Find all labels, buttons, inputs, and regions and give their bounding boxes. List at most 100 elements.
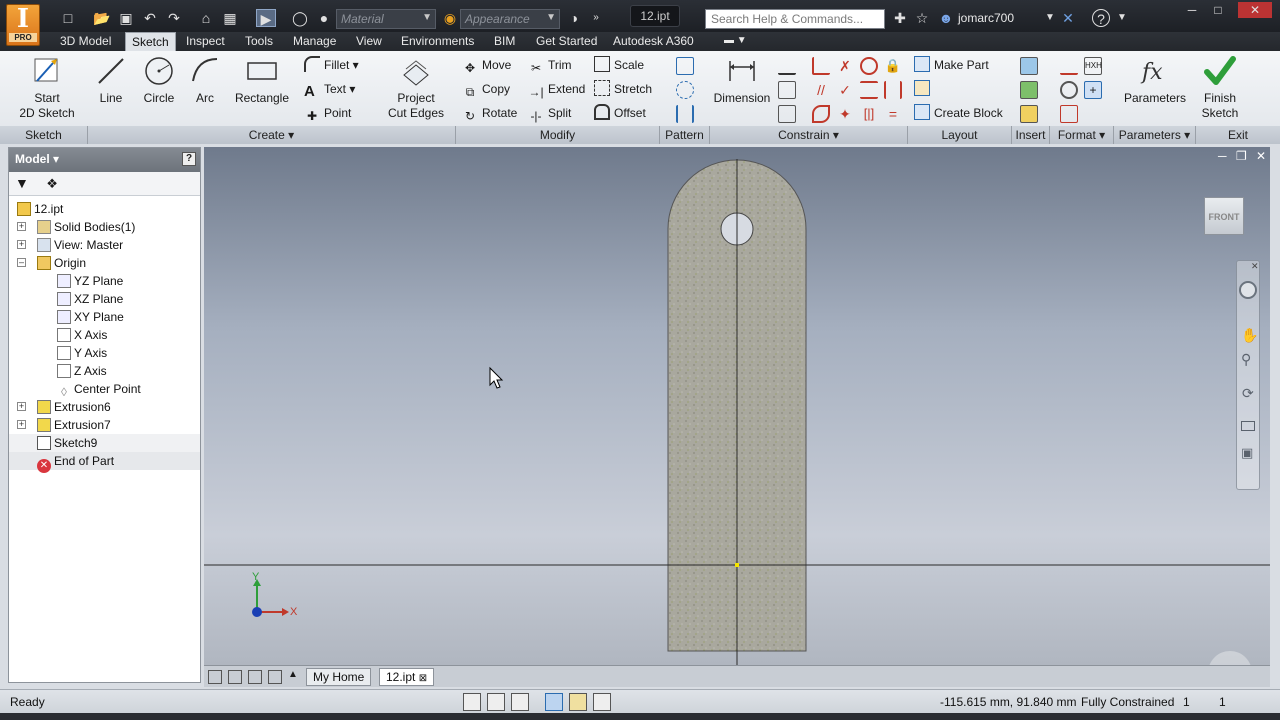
mirror-icon[interactable] — [676, 105, 694, 123]
close-icon[interactable]: ✕ — [1238, 2, 1272, 18]
favorites-star-icon[interactable]: ☆ — [912, 9, 932, 27]
show-all-degrees-icon[interactable] — [545, 693, 563, 711]
arrange-horizontal-icon[interactable] — [248, 670, 262, 684]
tree-item-y-axis[interactable]: Y Axis — [57, 344, 107, 362]
tree-item-xz-plane[interactable]: XZ Plane — [57, 290, 123, 308]
view-face-icon[interactable]: ▣ — [1241, 445, 1253, 461]
constraint-settings-icon[interactable] — [778, 105, 796, 123]
expand-icon[interactable]: + — [17, 222, 26, 231]
make-components-button[interactable] — [914, 79, 934, 99]
collinear-constraint-icon[interactable]: ✦ — [836, 105, 854, 123]
minimize-icon[interactable]: ─ — [1180, 2, 1204, 18]
appearance-dropdown[interactable]: Appearance ▼ — [460, 9, 560, 29]
driven-dimension-icon[interactable]: HXH — [1084, 57, 1102, 75]
select-icon[interactable]: ▶ — [256, 9, 276, 27]
chevron-down-icon[interactable]: ▼ — [1112, 9, 1132, 27]
chevron-down-icon[interactable]: ▼ — [1040, 9, 1060, 27]
horizontal-constraint-icon[interactable] — [860, 81, 878, 99]
symmetric-constraint-icon[interactable]: [|] — [860, 105, 878, 123]
fillet-button[interactable]: Fillet ▾ — [304, 55, 359, 75]
pan-icon[interactable]: ✋ — [1241, 327, 1258, 344]
tree-item-origin[interactable]: Origin — [37, 254, 86, 272]
adjust-appearance-icon[interactable]: ◑ — [564, 9, 584, 27]
browser-header[interactable]: Model ▾ ? — [9, 148, 200, 172]
sketch-view-icon[interactable]: ◯ — [290, 9, 310, 27]
tab-get-started[interactable]: Get Started — [530, 32, 603, 52]
cascade-windows-icon[interactable] — [228, 670, 242, 684]
point-button[interactable]: ✚ Point — [304, 103, 351, 123]
orbit-icon[interactable]: ⟳ — [1242, 385, 1254, 402]
grid-snap-icon[interactable] — [463, 693, 481, 711]
close-tab-icon[interactable]: ⊠ — [419, 673, 427, 684]
construction-icon[interactable] — [1060, 57, 1078, 75]
parameters-button[interactable]: fx Parameters — [1122, 55, 1188, 106]
arrange-vertical-icon[interactable] — [268, 670, 282, 684]
tree-item-12-ipt[interactable]: 12.ipt — [17, 200, 63, 218]
tab-sketch[interactable]: Sketch — [125, 32, 176, 52]
panel-footer-create[interactable]: Create ▾ — [88, 126, 456, 144]
sketch-origin-point[interactable] — [735, 563, 739, 567]
perpendicular-constraint-icon[interactable] — [812, 57, 830, 75]
arc-button[interactable]: Arc — [188, 55, 222, 106]
panel-footer-constrain[interactable]: Constrain ▾ — [710, 126, 908, 144]
graphics-viewport[interactable]: ─ ❐ ✕ Y X FRONT ✕ ✋ ⚲ ⟳ ▣ — [204, 147, 1270, 665]
create-block-button[interactable]: Create Block — [914, 103, 1003, 123]
split-button[interactable]: -|- Split — [528, 103, 571, 123]
finish-sketch-button[interactable]: Finish Sketch — [1199, 55, 1241, 121]
tree-item-extrusion7[interactable]: Extrusion7 — [37, 416, 111, 434]
look-at-icon[interactable] — [1241, 421, 1255, 431]
navbar-close-icon[interactable]: ✕ — [1251, 261, 1259, 272]
vertical-constraint-icon[interactable] — [884, 81, 902, 99]
search-binoculars-icon[interactable]: ✚ — [890, 9, 910, 27]
insert-points-icon[interactable] — [1020, 81, 1038, 99]
material-dropdown[interactable]: Material ▼ — [336, 9, 436, 29]
tile-windows-icon[interactable] — [208, 670, 222, 684]
redo-icon[interactable]: ↷ — [164, 9, 184, 27]
equal-constraint-icon[interactable]: = — [884, 105, 902, 123]
text-button[interactable]: A Text ▾ — [304, 79, 355, 100]
ribbon-display-toggle-icon[interactable]: ▬ ▼ — [718, 32, 753, 52]
panel-footer-format[interactable]: Format ▾ — [1050, 126, 1114, 144]
panel-footer-parameters[interactable]: Parameters ▾ — [1114, 126, 1196, 144]
coincident-constraint-icon[interactable]: ✓ — [836, 81, 854, 99]
show-constraints-icon[interactable] — [778, 81, 796, 99]
open-icon[interactable]: 📂 — [92, 9, 112, 27]
move-button[interactable]: ✥ Move — [462, 55, 511, 75]
make-part-button[interactable]: Make Part — [914, 55, 989, 75]
circular-pattern-icon[interactable] — [676, 81, 694, 99]
center-point-format-icon[interactable]: + — [1084, 81, 1102, 99]
tree-item-xy-plane[interactable]: XY Plane — [57, 308, 124, 326]
auto-dimension-icon[interactable] — [778, 57, 796, 75]
tab-manage[interactable]: Manage — [287, 32, 342, 52]
more-icon[interactable]: » — [586, 9, 606, 27]
show-format-icon[interactable] — [1060, 105, 1078, 123]
application-menu-button[interactable]: I PRO — [6, 4, 40, 46]
maximize-icon[interactable]: □ — [1206, 2, 1230, 18]
tab-environments[interactable]: Environments — [395, 32, 480, 52]
tree-item-z-axis[interactable]: Z Axis — [57, 362, 107, 380]
chevron-up-icon[interactable]: ▲ — [288, 669, 298, 680]
tree-item-extrusion6[interactable]: Extrusion6 — [37, 398, 111, 416]
viewcube[interactable]: FRONT — [1204, 197, 1244, 235]
circle-button[interactable]: Circle — [138, 55, 180, 106]
fix-constraint-icon[interactable]: 🔒 — [884, 57, 902, 75]
doc-tab-my-home[interactable]: My Home — [306, 668, 372, 686]
browser-help-icon[interactable]: ? — [182, 152, 196, 166]
offset-button[interactable]: Offset — [594, 103, 646, 123]
expand-icon[interactable]: + — [17, 240, 26, 249]
tree-item-view-master[interactable]: View: Master — [37, 236, 123, 254]
find-binoculars-icon[interactable]: ❖ — [46, 176, 58, 191]
centerline-icon[interactable] — [1060, 81, 1078, 99]
constraint-inference-icon[interactable] — [487, 693, 505, 711]
expand-icon[interactable]: + — [17, 402, 26, 411]
copy-button[interactable]: ⧉ Copy — [462, 79, 510, 99]
expand-icon[interactable]: + — [17, 420, 26, 429]
project-cut-edges-button[interactable]: Project Cut Edges — [386, 55, 446, 121]
steering-wheel-icon[interactable] — [1239, 281, 1257, 299]
constraint-persistence-icon[interactable] — [511, 693, 529, 711]
stretch-button[interactable]: Stretch — [594, 79, 652, 99]
tab-bim[interactable]: BIM — [488, 32, 521, 52]
tree-item-sketch9[interactable]: Sketch9 — [9, 434, 200, 452]
tangent-constraint-icon[interactable]: ✗ — [836, 57, 854, 75]
rectangle-button[interactable]: Rectangle — [233, 55, 291, 106]
